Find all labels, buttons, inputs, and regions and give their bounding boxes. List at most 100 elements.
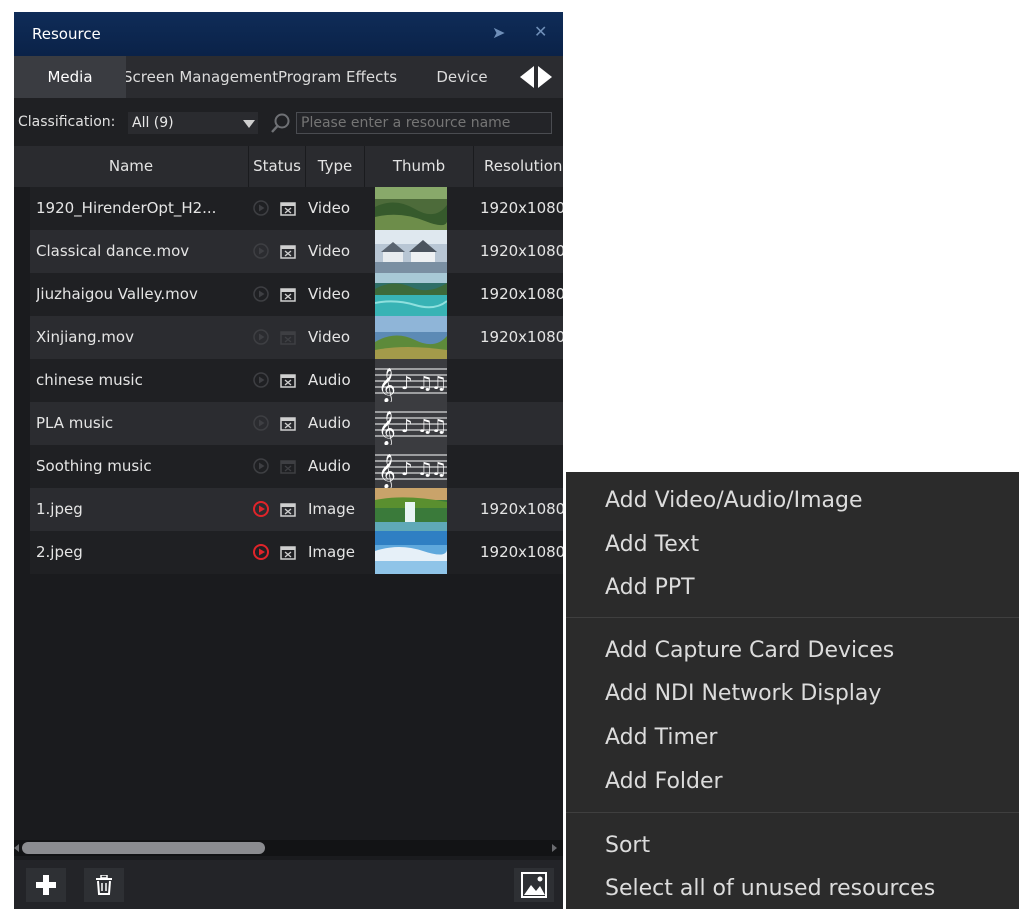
menu-item[interactable]: Add NDI Network Display [605,681,881,706]
resource-type: Image [308,543,355,561]
horizontal-scrollbar[interactable] [14,840,563,856]
close-icon[interactable]: ✕ [534,22,547,41]
menu-item[interactable]: Select all of unused resources [605,876,935,901]
pin-icon[interactable]: ➤ [492,23,505,42]
lock-icon[interactable] [280,501,296,517]
search-icon[interactable] [269,111,293,135]
menu-item[interactable]: Sort [605,833,650,858]
menu-item[interactable]: Add Video/Audio/Image [605,488,862,513]
column-header-status[interactable]: Status [249,146,306,187]
scroll-right-icon[interactable] [552,844,557,852]
column-header-resolution[interactable]: Resolution [474,146,563,187]
music-notes-thumbnail: 𝄞 ♪ ♫ ♫ [375,445,447,488]
svg-text:♪: ♪ [401,459,413,480]
svg-text:♫: ♫ [431,416,447,437]
tab-scroll-right-icon[interactable] [538,66,552,88]
tab-screen-management[interactable]: Screen Management [126,56,278,98]
resource-name: chinese music [36,371,143,389]
menu-separator [566,812,1019,813]
unused-status-icon [252,457,270,475]
tab-program-effects[interactable]: Program Effects [278,56,412,98]
table-row[interactable]: Classical dance.mov Video 1920x1080 [30,230,563,273]
svg-text:𝄞: 𝄞 [378,368,396,402]
unused-status-icon [252,242,270,260]
video-thumbnail [375,230,447,273]
svg-text:♪: ♪ [401,416,413,437]
table-row[interactable]: PLA music Audio 𝄞 ♪ ♫ ♫ [30,402,563,445]
resource-resolution: 1920x1080 [480,242,563,260]
unused-status-icon [252,371,270,389]
resource-type: Video [308,199,351,217]
menu-item[interactable]: Add Text [605,532,699,557]
menu-item[interactable]: Add Timer [605,725,717,750]
lock-icon[interactable] [280,544,296,560]
table-row[interactable]: 1.jpeg Image 1920x1080 [30,488,563,531]
tab-scroll-arrows[interactable] [520,66,556,88]
resource-name: PLA music [36,414,114,432]
column-header-name[interactable]: Name [14,146,249,187]
tab-media[interactable]: Media [14,56,126,98]
resource-name: 1.jpeg [36,500,83,518]
resource-resolution: 1920x1080 [480,285,563,303]
unused-status-icon [252,414,270,432]
resource-type: Video [308,328,351,346]
resource-type: Video [308,242,351,260]
svg-text:♪: ♪ [401,373,413,394]
filter-bar: Classification: All (9) [14,98,563,146]
lock-icon[interactable] [280,200,296,216]
in-use-status-icon [252,543,270,561]
chevron-down-icon [243,120,255,128]
video-thumbnail [375,488,447,531]
unused-status-icon [252,328,270,346]
scroll-left-icon[interactable] [14,844,19,852]
panel-titlebar: Resource ➤ ✕ [14,12,563,56]
resource-type: Image [308,500,355,518]
resource-type: Audio [308,414,351,432]
add-resource-button[interactable] [26,868,66,902]
table-row[interactable]: Xinjiang.mov Video 1920x1080 [30,316,563,359]
lock-icon[interactable] [280,243,296,259]
resource-resolution: 1920x1080 [480,500,563,518]
resource-type: Video [308,285,351,303]
table-row[interactable]: chinese music Audio 𝄞 ♪ ♫ ♫ [30,359,563,402]
scrollbar-thumb[interactable] [22,842,265,854]
menu-item[interactable]: Add PPT [605,575,695,600]
resource-name: 1920_HirenderOpt_H2... [36,199,217,217]
resource-resolution: 1920x1080 [480,199,563,217]
video-thumbnail [375,531,447,574]
lock-icon[interactable] [280,286,296,302]
table-row[interactable]: 2.jpeg Image 1920x1080 [30,531,563,574]
table-row[interactable]: 1920_HirenderOpt_H2... Video 1920x1080 [30,187,563,230]
image-icon [521,872,547,898]
classification-select[interactable]: All (9) [128,112,258,134]
table-row[interactable]: Jiuzhaigou Valley.mov Video 1920x1080 [30,273,563,316]
unused-status-icon [252,199,270,217]
music-notes-thumbnail: 𝄞 ♪ ♫ ♫ [375,402,447,445]
lock-icon[interactable] [280,329,296,345]
panel-title: Resource [32,25,101,43]
resource-resolution: 1920x1080 [480,543,563,561]
svg-text:𝄞: 𝄞 [378,454,396,488]
lock-icon[interactable] [280,415,296,431]
plus-icon [36,875,56,895]
thumbnail-view-button[interactable] [514,868,554,902]
video-thumbnail [375,316,447,359]
search-input[interactable] [296,112,552,134]
lock-icon[interactable] [280,372,296,388]
resource-name: Soothing music [36,457,152,475]
tab-scroll-left-icon[interactable] [520,66,534,88]
menu-item[interactable]: Add Folder [605,769,723,794]
svg-text:♫: ♫ [431,373,447,394]
table-row[interactable]: Soothing music Audio 𝄞 ♪ ♫ ♫ [30,445,563,488]
delete-resource-button[interactable] [84,868,124,902]
resource-panel: Resource ➤ ✕ Media Screen Management Pro… [14,12,563,909]
column-header-type[interactable]: Type [306,146,365,187]
column-header-thumb[interactable]: Thumb [365,146,474,187]
bottom-toolbar [14,860,563,909]
menu-item[interactable]: Add Capture Card Devices [605,638,894,663]
resource-name: Classical dance.mov [36,242,190,260]
svg-text:♫: ♫ [431,459,447,480]
lock-icon[interactable] [280,458,296,474]
tab-device[interactable]: Device [412,56,512,98]
in-use-status-icon [252,500,270,518]
